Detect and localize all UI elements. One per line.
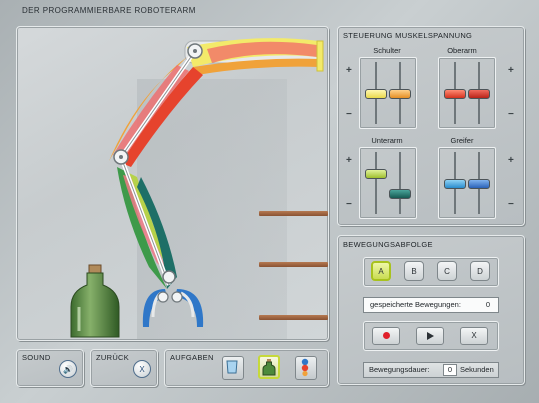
duration-input[interactable]: 0 bbox=[443, 364, 457, 376]
sound-panel: SOUND 🔊 bbox=[16, 349, 84, 387]
speaker-icon: 🔊 bbox=[63, 365, 73, 374]
minus-button-shoulder[interactable]: − bbox=[346, 109, 352, 120]
record-button[interactable] bbox=[372, 327, 400, 345]
sequence-title: BEWEGUNGSABFOLGE bbox=[343, 240, 433, 249]
slider-thumb-shoulder-2[interactable] bbox=[389, 89, 411, 99]
sound-button[interactable]: 🔊 bbox=[59, 360, 77, 378]
duration-unit: Sekunden bbox=[460, 365, 494, 374]
minus-button-upperarm[interactable]: − bbox=[508, 109, 514, 120]
back-panel: ZURÜCK X bbox=[90, 349, 158, 387]
wrist-joint bbox=[162, 270, 176, 284]
task-bottle-button[interactable] bbox=[258, 355, 280, 379]
tasks-panel: AUFGABEN bbox=[164, 349, 329, 387]
slider-group-gripper bbox=[438, 147, 496, 219]
plus-button-shoulder[interactable]: + bbox=[346, 65, 352, 76]
slider-label-gripper: Greifer bbox=[450, 136, 474, 145]
cup-task-icon bbox=[226, 360, 238, 374]
back-button[interactable]: X bbox=[133, 360, 151, 378]
slider-group-shoulder bbox=[359, 57, 417, 129]
plus-button-gripper[interactable]: + bbox=[508, 155, 514, 166]
muscle-control-panel: STEUERUNG MUSKELSPANNUNG Schulter Oberar… bbox=[337, 26, 525, 226]
slider-thumb-gripper-2[interactable] bbox=[468, 179, 490, 189]
saved-movements-count: 0 bbox=[485, 300, 490, 309]
app-title: DER PROGRAMMIERBARE ROBOTERARM bbox=[22, 6, 196, 15]
slider-track bbox=[399, 152, 401, 214]
slider-thumb-upperarm-2[interactable] bbox=[468, 89, 490, 99]
slider-thumb-forearm-1[interactable] bbox=[365, 169, 387, 179]
control-title: STEUERUNG MUSKELSPANNUNG bbox=[343, 31, 473, 40]
task-balls-button[interactable] bbox=[295, 356, 317, 380]
task-cup-button[interactable] bbox=[222, 356, 244, 380]
play-button[interactable] bbox=[416, 327, 444, 345]
slider-thumb-forearm-2[interactable] bbox=[389, 189, 411, 199]
clear-button[interactable]: X bbox=[460, 327, 488, 345]
saved-movements-field: gespeicherte Bewegungen: 0 bbox=[363, 297, 499, 313]
slider-label-upperarm: Oberarm bbox=[447, 46, 477, 55]
slider-thumb-gripper-1[interactable] bbox=[444, 179, 466, 189]
duration-label: Bewegungsdauer: bbox=[369, 365, 430, 374]
slider-track bbox=[375, 152, 377, 214]
slider-group-upperarm bbox=[438, 57, 496, 129]
bottle bbox=[70, 264, 120, 338]
playback-group: X bbox=[363, 321, 499, 351]
robot-arm bbox=[70, 38, 324, 338]
slider-label-shoulder: Schulter bbox=[373, 46, 401, 55]
movement-sequence-panel: BEWEGUNGSABFOLGE A B C D gespeicherte Be… bbox=[337, 235, 525, 385]
plus-button-forearm[interactable]: + bbox=[346, 155, 352, 166]
tasks-label: AUFGABEN bbox=[170, 353, 214, 362]
slider-thumb-shoulder-1[interactable] bbox=[365, 89, 387, 99]
slot-button-a[interactable]: A bbox=[371, 261, 391, 281]
record-icon bbox=[382, 332, 390, 340]
slider-group-forearm bbox=[359, 147, 417, 219]
plus-button-upperarm[interactable]: + bbox=[508, 65, 514, 76]
slider-label-forearm: Unterarm bbox=[371, 136, 403, 145]
back-label: ZURÜCK bbox=[96, 353, 130, 362]
play-icon bbox=[426, 331, 434, 340]
slot-button-d[interactable]: D bbox=[470, 261, 490, 281]
balls-task-icon bbox=[301, 358, 309, 377]
slot-button-b[interactable]: B bbox=[404, 261, 424, 281]
bottle-task-icon bbox=[262, 359, 276, 376]
duration-field: Bewegungsdauer: 0 Sekunden bbox=[363, 362, 499, 378]
minus-button-gripper[interactable]: − bbox=[508, 199, 514, 210]
sound-label: SOUND bbox=[22, 353, 51, 362]
robot-stage bbox=[16, 26, 329, 341]
slot-button-c[interactable]: C bbox=[437, 261, 457, 281]
saved-movements-label: gespeicherte Bewegungen: bbox=[370, 300, 461, 309]
slot-group: A B C D bbox=[363, 257, 499, 287]
slider-thumb-upperarm-1[interactable] bbox=[444, 89, 466, 99]
minus-button-forearm[interactable]: − bbox=[346, 199, 352, 210]
